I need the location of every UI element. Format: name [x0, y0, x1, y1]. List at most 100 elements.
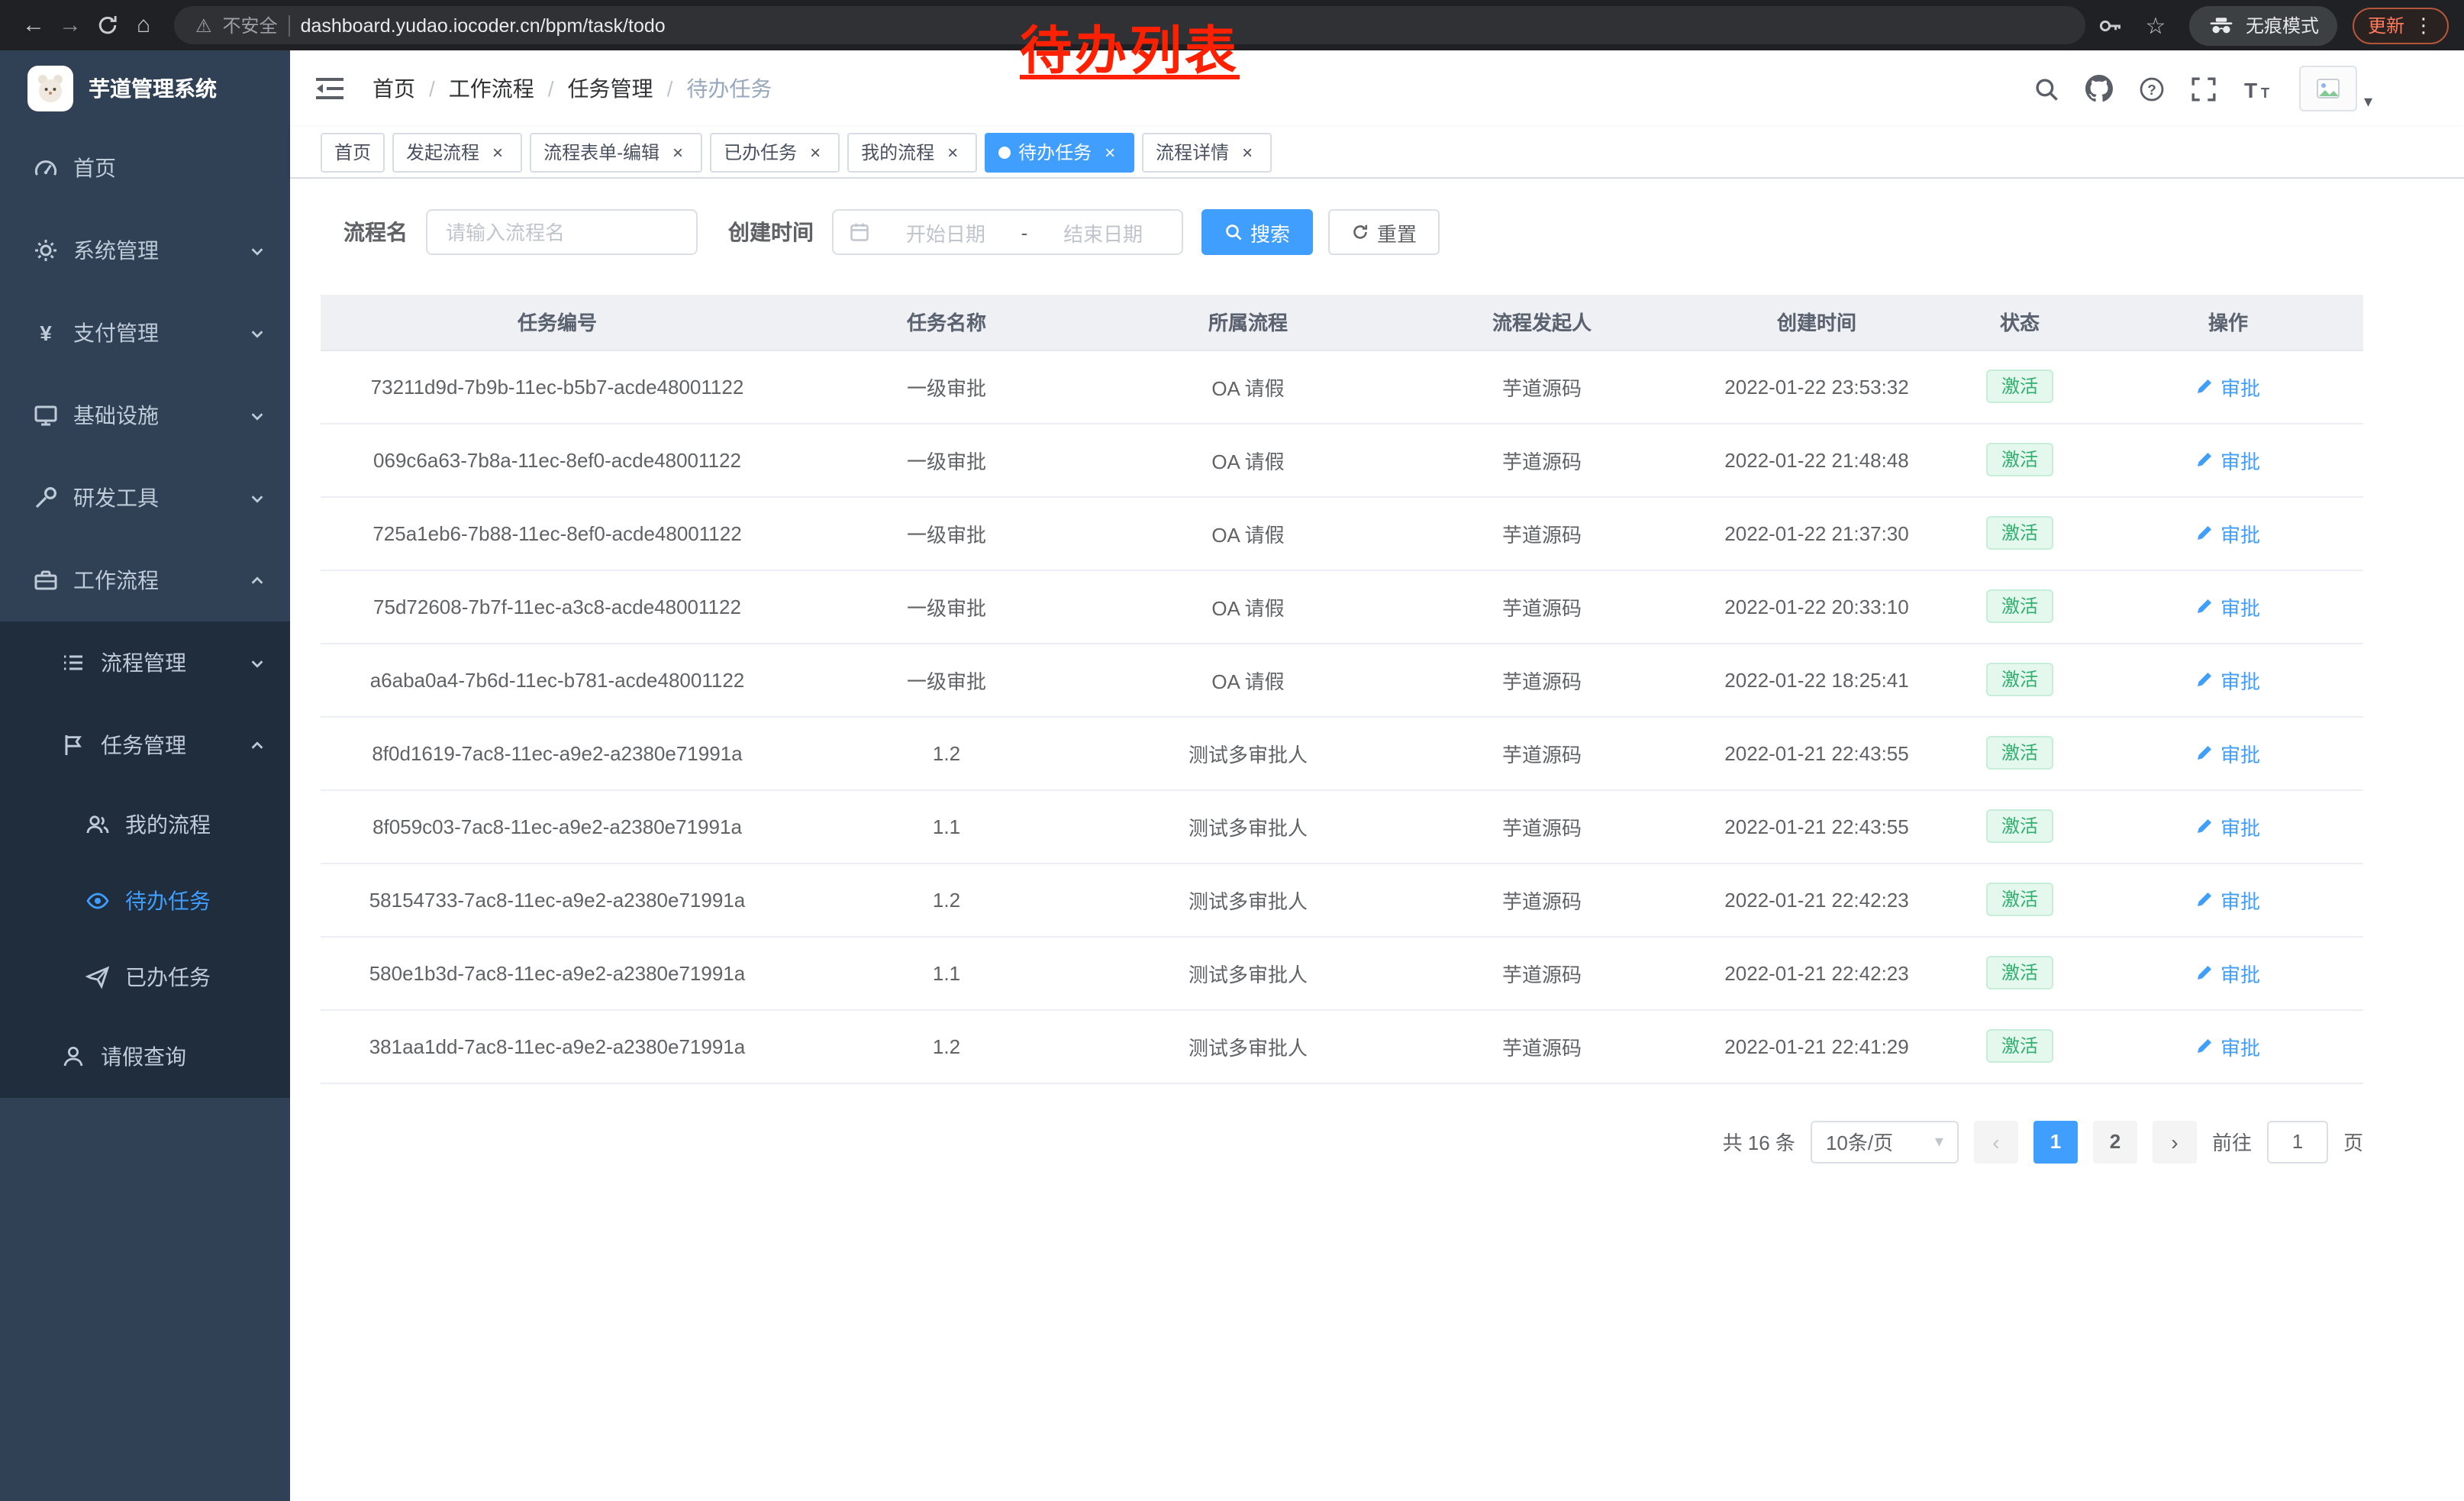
sidebar-item-label: 任务管理 — [101, 730, 186, 760]
page-size-select[interactable]: 10条/页 ▾ — [1811, 1120, 1959, 1163]
create-time-range-picker[interactable]: 开始日期 - 结束日期 — [832, 209, 1183, 255]
create-time-label: 创建时间 — [728, 217, 814, 247]
svg-text:?: ? — [2148, 82, 2157, 98]
tab-4[interactable]: 我的流程× — [847, 132, 977, 172]
process-name-input[interactable] — [426, 209, 698, 255]
fullscreen-icon[interactable] — [2191, 76, 2217, 102]
approve-link[interactable]: 审批 — [2196, 1031, 2260, 1060]
tab-close-icon[interactable]: × — [942, 141, 963, 163]
approve-link[interactable]: 审批 — [2196, 372, 2260, 401]
sidebar-item-4[interactable]: 研发工具 — [0, 457, 290, 539]
cell-task-id: 75d72608-7b7f-11ec-a3c8-acde48001122 — [321, 570, 794, 643]
reset-refresh-icon — [1351, 223, 1369, 241]
chevron-up-icon — [249, 572, 266, 589]
sidebar-item-3[interactable]: 基础设施 — [0, 374, 290, 457]
table-row: 381aa1dd-7ac8-11ec-a9e2-a2380e71991a1.2测… — [321, 1009, 2363, 1083]
tab-close-icon[interactable]: × — [805, 141, 826, 163]
approve-link[interactable]: 审批 — [2196, 885, 2260, 914]
approve-link[interactable]: 审批 — [2196, 665, 2260, 694]
next-page-button[interactable]: › — [2153, 1120, 2197, 1163]
sidebar-item-5[interactable]: 工作流程 — [0, 539, 290, 621]
jump-suffix: 页 — [2343, 1127, 2363, 1156]
breadcrumb-item[interactable]: 首页 — [373, 73, 415, 104]
sidebar-item-11[interactable]: 请假查询 — [0, 1015, 290, 1098]
cell-starter: 芋道源码 — [1397, 863, 1687, 936]
breadcrumb-item[interactable]: 任务管理 — [568, 73, 653, 104]
tab-close-icon[interactable]: × — [667, 141, 689, 163]
font-size-icon[interactable]: TT — [2243, 76, 2274, 102]
page-button-2[interactable]: 2 — [2093, 1120, 2137, 1163]
reset-button[interactable]: 重置 — [1328, 209, 1440, 255]
search-icon[interactable] — [2034, 76, 2060, 102]
cell-starter: 芋道源码 — [1397, 936, 1687, 1009]
update-label: 更新 — [2368, 12, 2404, 38]
edit-pencil-icon — [2196, 377, 2214, 395]
cell-task-name: 一级审批 — [794, 423, 1099, 496]
browser-refresh-icon[interactable] — [89, 7, 125, 44]
total-count: 共 16 条 — [1723, 1127, 1795, 1156]
breadcrumb: 首页/工作流程/任务管理/待办任务 — [373, 73, 772, 104]
sidebar-item-9[interactable]: 待办任务 — [0, 863, 290, 939]
col-task-name: 任务名称 — [794, 295, 1099, 350]
status-badge: 激活 — [1986, 663, 2053, 696]
tab-close-icon[interactable]: × — [487, 141, 508, 163]
table-row: 8f059c03-7ac8-11ec-a9e2-a2380e71991a1.1测… — [321, 789, 2363, 863]
browser-home-icon[interactable]: ⌂ — [125, 7, 162, 44]
cell-create-time: 2022-01-22 20:33:10 — [1687, 570, 1946, 643]
approve-link[interactable]: 审批 — [2196, 958, 2260, 987]
approve-link[interactable]: 审批 — [2196, 445, 2260, 474]
status-badge: 激活 — [1986, 370, 2053, 403]
browser-menu-icon[interactable]: ⋮ — [2414, 13, 2433, 37]
sidebar-item-0[interactable]: 首页 — [0, 127, 290, 209]
browser-back-icon[interactable]: ← — [15, 7, 52, 44]
help-icon[interactable]: ? — [2140, 76, 2166, 102]
sidebar-item-2[interactable]: ¥支付管理 — [0, 292, 290, 374]
sidebar-item-7[interactable]: 任务管理 — [0, 704, 290, 786]
tab-2[interactable]: 流程表单-编辑× — [530, 132, 702, 172]
tab-close-icon[interactable]: × — [1237, 141, 1258, 163]
app-logo[interactable]: 芋道管理系统 — [0, 50, 290, 127]
cell-task-name: 一级审批 — [794, 570, 1099, 643]
update-button[interactable]: 更新 ⋮ — [2353, 7, 2449, 44]
annotation-todo-list: 待办列表 — [1020, 9, 1240, 84]
sidebar-item-6[interactable]: 流程管理 — [0, 621, 290, 704]
edit-pencil-icon — [2196, 890, 2214, 909]
status-badge: 激活 — [1986, 883, 2053, 916]
prev-page-button[interactable]: ‹ — [1974, 1120, 2018, 1163]
todo-task-page: 流程名 创建时间 开始日期 - 结束日期 — [290, 179, 2464, 1501]
avatar-image-icon — [2300, 66, 2358, 111]
sidebar-item-10[interactable]: 已办任务 — [0, 939, 290, 1015]
approve-link[interactable]: 审批 — [2196, 812, 2260, 841]
tab-6[interactable]: 流程详情× — [1142, 132, 1272, 172]
github-icon[interactable] — [2086, 75, 2114, 102]
hamburger-icon[interactable] — [314, 75, 345, 102]
end-date-placeholder: 结束日期 — [1040, 218, 1166, 247]
breadcrumb-separator: / — [429, 76, 435, 101]
breadcrumb-item[interactable]: 工作流程 — [449, 73, 534, 104]
tab-close-icon[interactable]: × — [1099, 141, 1121, 163]
breadcrumb-separator: / — [548, 76, 554, 101]
bookmark-star-icon[interactable]: ☆ — [2137, 7, 2174, 44]
approve-link[interactable]: 审批 — [2196, 592, 2260, 621]
page-button-1[interactable]: 1 — [2033, 1120, 2078, 1163]
approve-link[interactable]: 审批 — [2196, 518, 2260, 547]
breadcrumb-separator: / — [667, 76, 673, 101]
edit-pencil-icon — [2196, 817, 2214, 835]
tab-0[interactable]: 首页 — [321, 132, 385, 172]
browser-forward-icon[interactable]: → — [52, 7, 89, 44]
password-key-icon[interactable] — [2098, 13, 2122, 37]
sidebar-item-8[interactable]: 我的流程 — [0, 786, 290, 863]
svg-text:T: T — [2262, 85, 2270, 100]
search-button[interactable]: 搜索 — [1201, 209, 1313, 255]
tab-3[interactable]: 已办任务× — [710, 132, 840, 172]
range-separator: - — [1021, 221, 1028, 244]
tab-5[interactable]: 待办任务× — [985, 132, 1134, 172]
tags-view: 首页发起流程×流程表单-编辑×已办任务×我的流程×待办任务×流程详情× — [290, 127, 2464, 179]
approve-link[interactable]: 审批 — [2196, 738, 2260, 767]
jump-page-input[interactable] — [2267, 1120, 2328, 1163]
tab-1[interactable]: 发起流程× — [392, 132, 522, 172]
logo-avatar-icon — [27, 66, 73, 111]
tab-label: 首页 — [334, 139, 371, 165]
user-avatar[interactable]: ▾ — [2300, 66, 2372, 111]
sidebar-item-1[interactable]: 系统管理 — [0, 209, 290, 292]
